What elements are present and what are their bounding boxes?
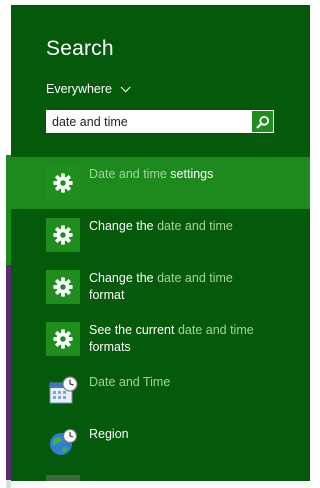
search-result-item[interactable]: Date and Time — [11, 365, 310, 417]
search-result-line-2: format — [89, 287, 279, 304]
search-result-line-1: Change the date and time — [89, 218, 279, 235]
search-box — [46, 110, 274, 133]
search-result-line-2: formats — [89, 339, 279, 356]
result-text: Change the — [89, 219, 158, 233]
search-result-line-1: Change the date and time — [89, 270, 279, 287]
search-result-line-1: Region — [89, 426, 279, 443]
search-result-label: Date and time settings — [89, 166, 279, 183]
globe-clock-icon — [46, 426, 80, 460]
matched-term-text: date and time — [157, 219, 233, 233]
search-input[interactable] — [46, 110, 251, 133]
result-text: Region — [89, 427, 129, 441]
gear-icon — [46, 322, 80, 356]
search-result-item[interactable]: See the current date and time formats — [11, 313, 310, 365]
result-text: formats — [89, 340, 131, 354]
partial-result-icon — [46, 475, 80, 481]
gear-icon — [46, 166, 80, 200]
search-result-line-1: See the current date and time — [89, 322, 279, 339]
result-text: See the current — [89, 323, 178, 337]
search-charm-pane: Search Everywhere Date and time settings… — [11, 5, 310, 481]
search-result-item[interactable]: Change the date and time — [11, 209, 310, 261]
search-icon — [256, 115, 269, 128]
search-scope-label: Everywhere — [46, 82, 112, 96]
result-text: Change the — [89, 271, 158, 285]
search-results-list: Date and time settings Change the date an… — [11, 157, 310, 469]
gear-icon — [46, 270, 80, 304]
matched-term-text: Date and Time — [89, 375, 171, 389]
search-result-label: Date and Time — [89, 374, 279, 391]
search-result-item[interactable]: Region — [11, 417, 310, 469]
search-result-label: Region — [89, 426, 279, 443]
search-scope-dropdown[interactable]: Everywhere — [46, 81, 131, 96]
search-title: Search — [46, 37, 114, 60]
chevron-down-icon — [120, 81, 131, 92]
calendar-clock-icon — [46, 374, 80, 408]
search-result-label: Change the date and time format — [89, 270, 279, 304]
matched-term-text: date and time — [177, 323, 254, 337]
search-result-label: See the current date and time formats — [89, 322, 279, 356]
matched-term-text: date and time — [157, 271, 233, 285]
gear-icon — [46, 218, 80, 252]
matched-term-text: Date and time — [89, 167, 171, 181]
background-app-strip — [0, 0, 11, 488]
background-tile-gray — [6, 480, 11, 488]
search-result-item[interactable]: Change the date and time format — [11, 261, 310, 313]
result-text: settings — [170, 167, 214, 181]
search-result-label: Change the date and time — [89, 218, 279, 235]
search-result-line-1: Date and time settings — [89, 166, 279, 183]
search-button[interactable] — [251, 110, 274, 133]
search-result-line-1: Date and Time — [89, 374, 279, 391]
result-text: format — [89, 288, 125, 302]
search-result-item[interactable]: Date and time settings — [11, 157, 310, 209]
